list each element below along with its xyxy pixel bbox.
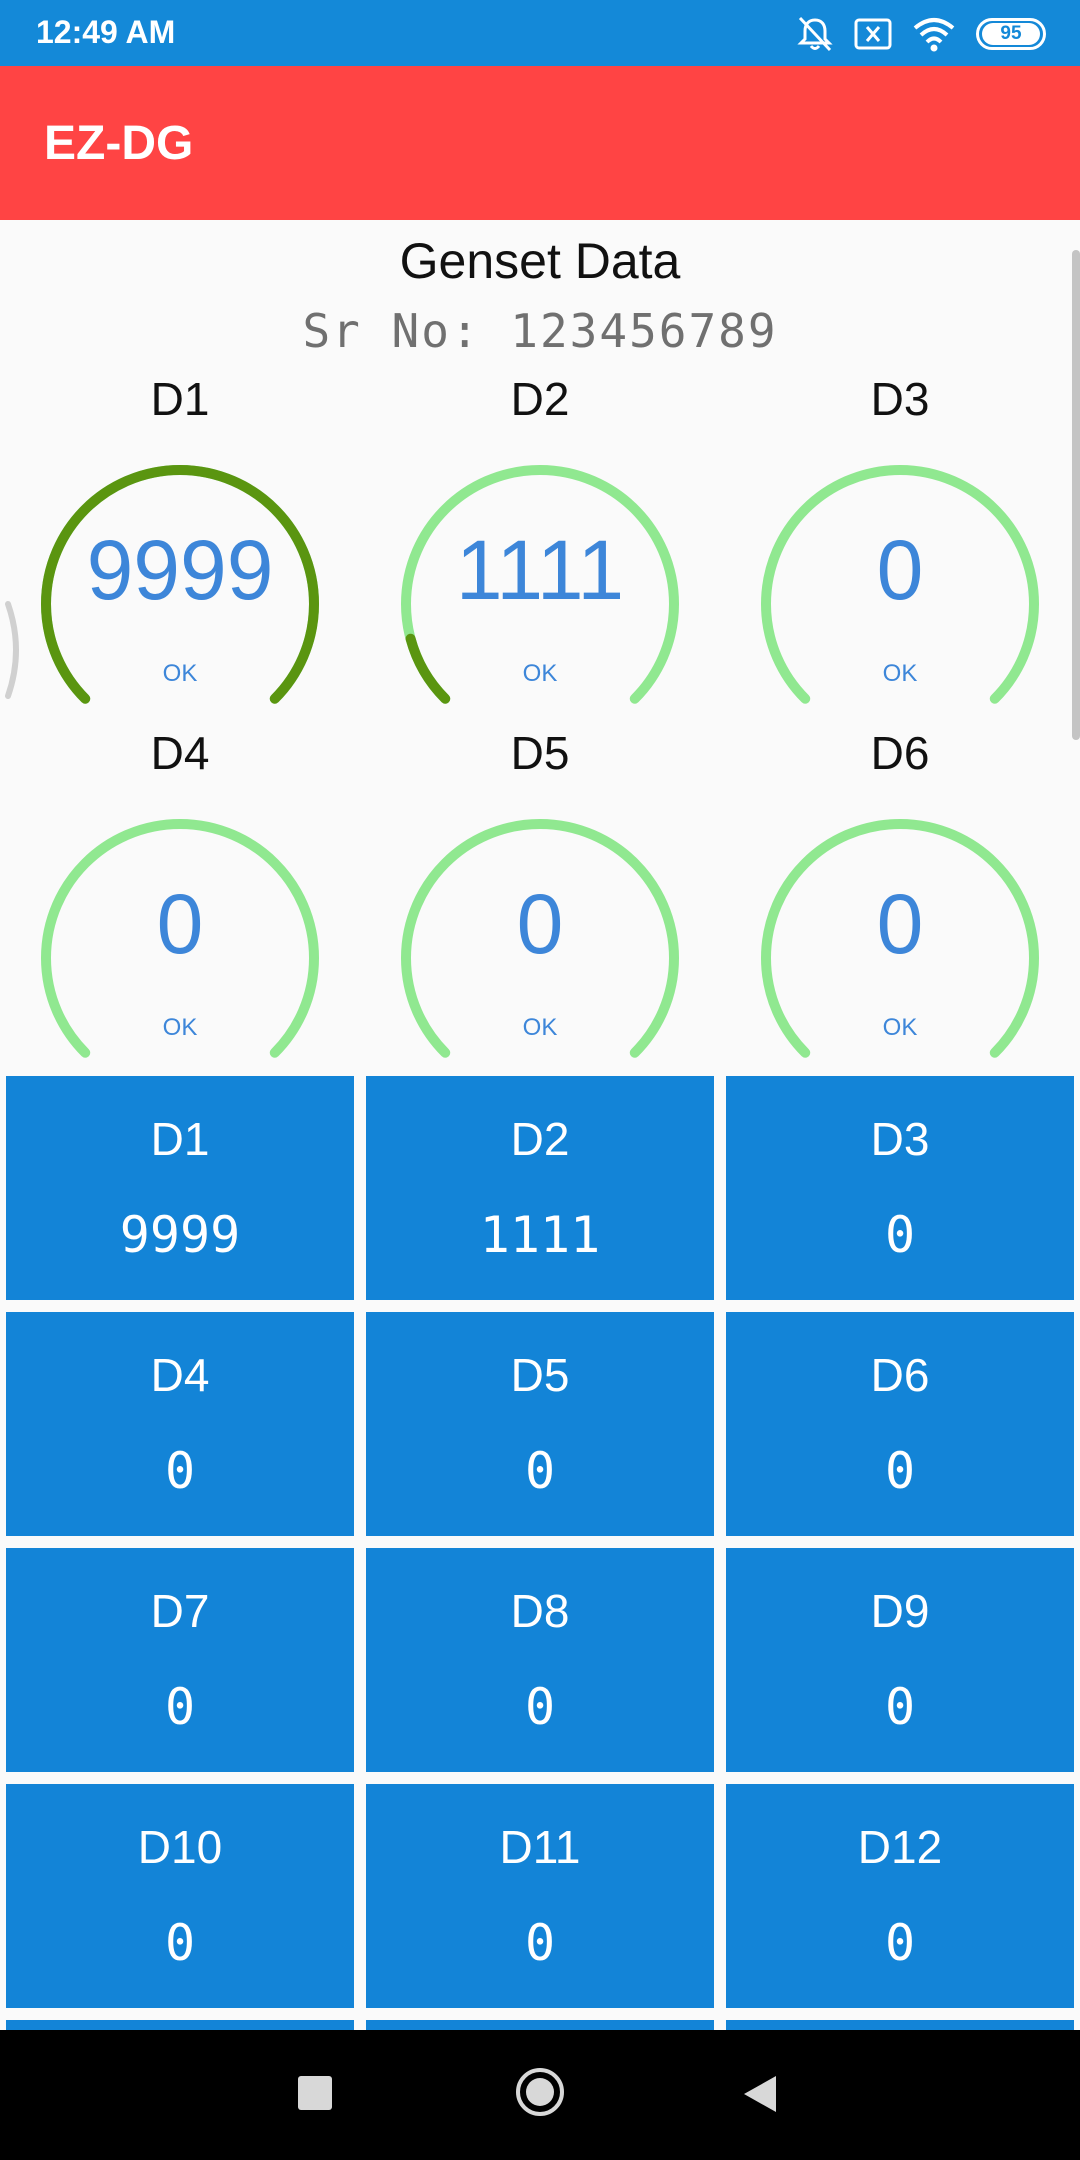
- tile-value: 1111: [479, 1206, 601, 1264]
- tile-d12[interactable]: D12 0: [726, 1784, 1074, 2008]
- tile-d2[interactable]: D2 1111: [366, 1076, 714, 1300]
- main-content[interactable]: Genset Data Sr No: 123456789 D1 9999 OK D2 1…: [0, 220, 1080, 2030]
- notifications-off-icon: [797, 16, 833, 52]
- status-icons: 95: [796, 14, 1046, 54]
- tile-label: D6: [870, 1349, 930, 1401]
- tile-value: 0: [884, 1442, 916, 1500]
- status-bar: 12:49 AM 95: [0, 0, 1080, 66]
- tile-d8[interactable]: D8 0: [366, 1548, 714, 1772]
- tile-value: 0: [524, 1442, 556, 1500]
- status-time: 12:49 AM: [36, 14, 176, 50]
- gauge-label: D1: [150, 373, 210, 425]
- tile-d3[interactable]: D3 0: [726, 1076, 1074, 1300]
- gauge-label: D3: [870, 373, 930, 425]
- tile-partial[interactable]: [726, 2020, 1074, 2030]
- tile-value: 0: [164, 1678, 196, 1736]
- gauge-label: D6: [870, 727, 930, 779]
- tile-value: 9999: [119, 1206, 241, 1264]
- gauge-value: 1111: [455, 523, 625, 617]
- tile-label: D12: [857, 1821, 943, 1873]
- gauge-value: 0: [876, 877, 924, 971]
- gauge-d4: D4 0 OK: [0, 726, 360, 1080]
- tile-partial[interactable]: [6, 2020, 354, 2030]
- tile-d10[interactable]: D10 0: [6, 1784, 354, 2008]
- tile-label: D11: [499, 1821, 581, 1873]
- tile-label: D5: [510, 1349, 570, 1401]
- tile-label: D9: [870, 1585, 930, 1637]
- tile-label: D8: [510, 1585, 570, 1637]
- gauge-value: 9999: [86, 523, 274, 617]
- gauge-status: OK: [882, 660, 918, 687]
- gauge-status: OK: [882, 1014, 918, 1041]
- gauge-d2: D2 1111 OK: [360, 372, 720, 726]
- tile-partial[interactable]: [366, 2020, 714, 2030]
- gauge-d1: D1 9999 OK: [0, 372, 360, 726]
- gauge-label: D2: [510, 373, 570, 425]
- tile-value: 0: [524, 1678, 556, 1736]
- gauge-status: OK: [162, 660, 198, 687]
- app-title: EZ-DG: [44, 117, 194, 170]
- gauge-d5: D5 0 OK: [360, 726, 720, 1080]
- serial-number: Sr No: 123456789: [302, 304, 778, 358]
- tile-value: 0: [524, 1914, 556, 1972]
- tile-value: 0: [884, 1206, 916, 1264]
- tile-label: D2: [510, 1113, 570, 1165]
- gauge-value: 0: [516, 877, 564, 971]
- tile-d6[interactable]: D6 0: [726, 1312, 1074, 1536]
- gauge-value: 0: [156, 877, 204, 971]
- tile-d9[interactable]: D9 0: [726, 1548, 1074, 1772]
- tile-value: 0: [884, 1914, 916, 1972]
- app-bar: EZ-DG: [0, 66, 1080, 220]
- sim-error-icon: [854, 18, 892, 50]
- tile-d5[interactable]: D5 0: [366, 1312, 714, 1536]
- battery-icon: 95: [976, 18, 1046, 50]
- gauge-d6: D6 0 OK: [720, 726, 1080, 1080]
- tile-value: 0: [164, 1442, 196, 1500]
- home-button[interactable]: [514, 2066, 566, 2118]
- gauge-value: 0: [876, 523, 924, 617]
- navigation-bar: [0, 2030, 1080, 2160]
- tile-d11[interactable]: D11 0: [366, 1784, 714, 2008]
- tile-d1[interactable]: D1 9999: [6, 1076, 354, 1300]
- gauge-status: OK: [522, 1014, 558, 1041]
- tile-value: 0: [884, 1678, 916, 1736]
- tile-label: D3: [870, 1113, 930, 1165]
- tile-d7[interactable]: D7 0: [6, 1548, 354, 1772]
- gauge-label: D5: [510, 727, 570, 779]
- page-title: Genset Data: [399, 233, 681, 289]
- tile-label: D10: [137, 1821, 223, 1873]
- gauge-status: OK: [162, 1014, 198, 1041]
- gauge-d3: D3 0 OK: [720, 372, 1080, 726]
- recents-button[interactable]: [298, 2076, 332, 2110]
- gauge-label: D4: [150, 727, 210, 779]
- gauge-status: OK: [522, 660, 558, 687]
- tile-label: D1: [150, 1113, 210, 1165]
- back-button[interactable]: [744, 2076, 776, 2112]
- tile-label: D4: [150, 1349, 210, 1401]
- battery-level: 95: [982, 23, 1040, 45]
- wifi-icon: [913, 18, 955, 52]
- tile-value: 0: [164, 1914, 196, 1972]
- tile-label: D7: [150, 1585, 210, 1637]
- tile-d4[interactable]: D4 0: [6, 1312, 354, 1536]
